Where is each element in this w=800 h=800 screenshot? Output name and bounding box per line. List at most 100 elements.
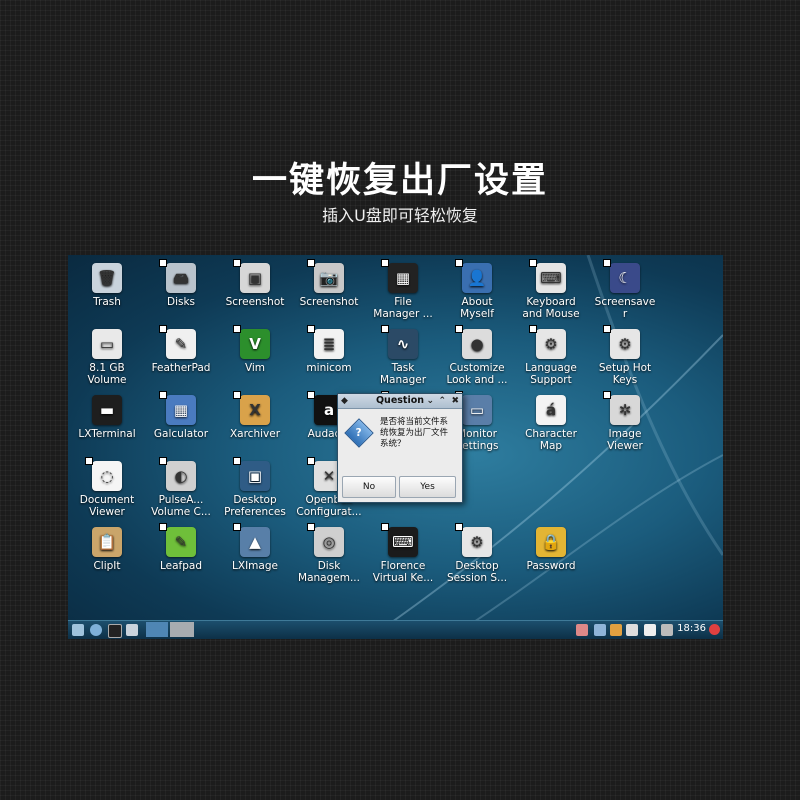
minicom-icon: ≣ — [307, 325, 344, 359]
clipboard-icon[interactable] — [626, 624, 638, 636]
update-icon[interactable] — [594, 624, 606, 636]
desktop-icon[interactable]: ⌨ Florence Virtual Ke... — [366, 523, 440, 584]
shortcut-arrow-icon — [233, 259, 241, 267]
shortcut-arrow-icon — [381, 259, 389, 267]
camera-icon: 📷 — [307, 259, 344, 293]
desktop-icon[interactable]: ▭ 8.1 GB Volume — [70, 329, 144, 386]
workspace-2[interactable] — [170, 622, 194, 637]
leafpad-icon: ✎ — [159, 523, 196, 557]
desktop-icon[interactable]: 📋 ClipIt — [70, 527, 144, 572]
document-viewer-icon: ◌ — [85, 457, 122, 491]
terminal-launcher-icon[interactable] — [108, 624, 122, 638]
about-myself-icon: 👤 — [455, 259, 492, 293]
desktop-icon[interactable]: 🗑 Trash — [70, 263, 144, 308]
desktop-icon[interactable]: 👤 About Myself — [440, 259, 514, 320]
chevron-up-icon[interactable]: ⌃ — [438, 395, 446, 407]
desktop-icon[interactable]: ⚙ Language Support — [514, 325, 588, 386]
shortcut-arrow-icon — [307, 259, 315, 267]
close-icon[interactable]: ✖ — [451, 395, 459, 407]
question-dialog: ◆ Question ⌄ ⌃ ✖ ? 是否将当前文件系统恢复为出厂文件系统？ N… — [337, 393, 463, 503]
desktop-icon[interactable]: ▦ File Manager ... — [366, 259, 440, 320]
shortcut-arrow-icon — [307, 325, 315, 333]
desktop-icon-label: File Manager ... — [373, 296, 433, 320]
featherpad-icon: ✎ — [159, 325, 196, 359]
workspace-1[interactable] — [146, 622, 168, 637]
page-subtitle: 插入U盘即可轻松恢复 — [322, 206, 478, 225]
keyboard-tray-icon[interactable] — [644, 624, 656, 636]
desktop-preferences-icon: ▣ — [233, 457, 270, 491]
desktop-icon[interactable]: ≣ minicom — [292, 325, 366, 374]
shortcut-arrow-icon — [159, 457, 167, 465]
shortcut-arrow-icon — [159, 523, 167, 531]
shortcut-arrow-icon — [603, 391, 611, 399]
desktop-icon[interactable]: ▬ LXTerminal — [70, 395, 144, 440]
desktop-icon-label: Screenshot — [299, 296, 359, 308]
desktop-icon[interactable]: ✎ FeatherPad — [144, 325, 218, 374]
desktop-icon[interactable]: ∿ Task Manager — [366, 325, 440, 386]
password-icon: 🔒 — [536, 527, 566, 557]
warning-icon[interactable] — [610, 624, 622, 636]
xarchiver-icon: X — [233, 391, 270, 425]
desktop-icon-label: Desktop Preferences — [224, 494, 286, 518]
network-icon[interactable] — [576, 624, 588, 636]
shortcut-arrow-icon — [233, 523, 241, 531]
power-icon[interactable] — [709, 624, 720, 635]
lximage-icon: ▲ — [233, 523, 270, 557]
desktop-icon-label: About Myself — [460, 296, 494, 320]
desktop-icon[interactable]: ◌ Document Viewer — [70, 457, 144, 518]
menu-icon[interactable] — [72, 624, 84, 636]
calculator-icon: ▦ — [159, 391, 196, 425]
desktop-icon-label: Disk Managem... — [298, 560, 360, 584]
desktop-icon[interactable]: ▣ Screenshot — [218, 259, 292, 308]
shortcut-arrow-icon — [159, 259, 167, 267]
desktop-icon-label: Task Manager — [379, 362, 427, 386]
desktop-icon-label: Desktop Session S... — [446, 560, 508, 584]
no-button[interactable]: No — [342, 476, 396, 498]
desktop-icon-label: Keyboard and Mouse — [522, 296, 580, 320]
browser-icon[interactable] — [90, 624, 102, 636]
desktop-icon-label: Disks — [166, 296, 196, 308]
desktop-icon[interactable]: ✎ Leafpad — [144, 523, 218, 572]
desktop-icon[interactable]: X Xarchiver — [218, 391, 292, 440]
desktop-icon[interactable]: 🔒 Password — [514, 527, 588, 572]
shortcut-arrow-icon — [455, 523, 463, 531]
desktop-icon-label: Character Map — [525, 428, 577, 452]
desktop-icon[interactable]: ▲ LXImage — [218, 523, 292, 572]
page-title: 一键恢复出厂设置 — [251, 161, 548, 201]
desktop-icon-label: Screensave r — [594, 296, 656, 320]
image-viewer-icon: ✲ — [603, 391, 640, 425]
desktop-icon-label: Leafpad — [159, 560, 203, 572]
shortcut-arrow-icon — [455, 325, 463, 333]
desktop-icon[interactable]: V Vim — [218, 325, 292, 374]
clock[interactable]: 18:36 — [677, 623, 706, 634]
desktop-icon[interactable]: 🖴 Disks — [144, 259, 218, 308]
desktop-icon[interactable]: ⚙ Setup Hot Keys — [588, 325, 662, 386]
screenshot-icon: ▣ — [233, 259, 270, 293]
chevron-down-icon[interactable]: ⌄ — [426, 395, 434, 407]
taskbar: 18:36 — [68, 620, 723, 639]
desktop-icon[interactable]: ◎ Disk Managem... — [292, 523, 366, 584]
file-manager-launcher-icon[interactable] — [126, 624, 138, 636]
yes-button[interactable]: Yes — [399, 476, 456, 498]
desktop-icon-label: Galculator — [153, 428, 209, 440]
keyboard-mouse-icon: ⌨ — [529, 259, 566, 293]
desktop-icon[interactable]: ▣ Desktop Preferences — [218, 457, 292, 518]
desktop-icon-label: FeatherPad — [151, 362, 211, 374]
language-support-icon: ⚙ — [529, 325, 566, 359]
dialog-titlebar[interactable]: ◆ Question ⌄ ⌃ ✖ — [338, 394, 462, 409]
desktop-icon[interactable]: á Character Map — [514, 395, 588, 452]
desktop-icon[interactable]: ▦ Galculator — [144, 391, 218, 440]
desktop-session-icon: ⚙ — [455, 523, 492, 557]
desktop-icon-label: Document Viewer — [79, 494, 135, 518]
desktop-icon[interactable]: ✲ Image Viewer — [588, 391, 662, 452]
desktop-icon[interactable]: ⌨ Keyboard and Mouse — [514, 259, 588, 320]
customize-look-icon: ● — [455, 325, 492, 359]
volume-icon[interactable] — [661, 624, 673, 636]
dialog-menu-icon[interactable]: ◆ — [341, 395, 348, 407]
desktop-icon[interactable]: ● Customize Look and ... — [440, 325, 514, 386]
desktop-icon[interactable]: ☾ Screensave r — [588, 259, 662, 320]
desktop-icon[interactable]: ◐ PulseA... Volume C... — [144, 457, 218, 518]
desktop-icon[interactable]: 📷 Screenshot — [292, 259, 366, 308]
dialog-title: Question — [375, 395, 425, 406]
desktop-icon[interactable]: ⚙ Desktop Session S... — [440, 523, 514, 584]
